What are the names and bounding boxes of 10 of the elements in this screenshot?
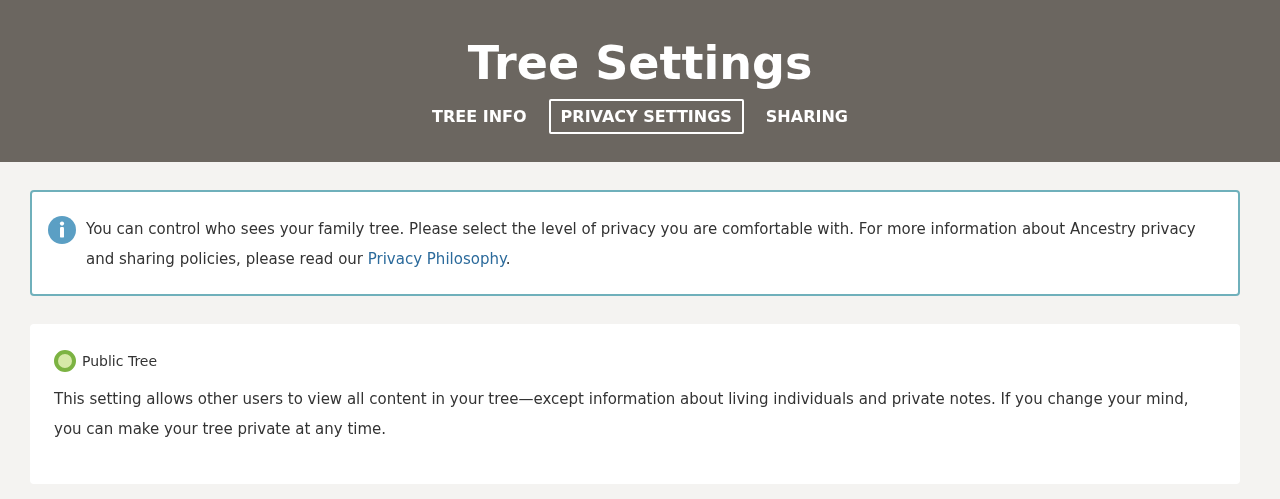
info-text: You can control who sees your family tree. Please select the level of privacy you are comfortable with. For more information about Ancestry privacy and sharing policies, please read our Privacy Philosophy.: [86, 219, 1197, 270]
page-title: Tree Settings: [467, 38, 813, 89]
privacy-link[interactable]: Privacy Philosophy: [367, 250, 506, 268]
option-label: Public Tree: [82, 353, 158, 369]
info-icon: [48, 216, 76, 244]
option-description: This setting allows other users to view all content in your tree—except information about living individuals and private notes. If you change your mind, you can make your tree private at any time.: [54, 389, 1190, 440]
tab[interactable]: TREE INFO: [420, 98, 539, 134]
radio-button[interactable]: [54, 350, 76, 372]
tab[interactable]: PRIVACY SETTINGS: [548, 98, 744, 134]
tab[interactable]: SHARING: [753, 98, 860, 134]
